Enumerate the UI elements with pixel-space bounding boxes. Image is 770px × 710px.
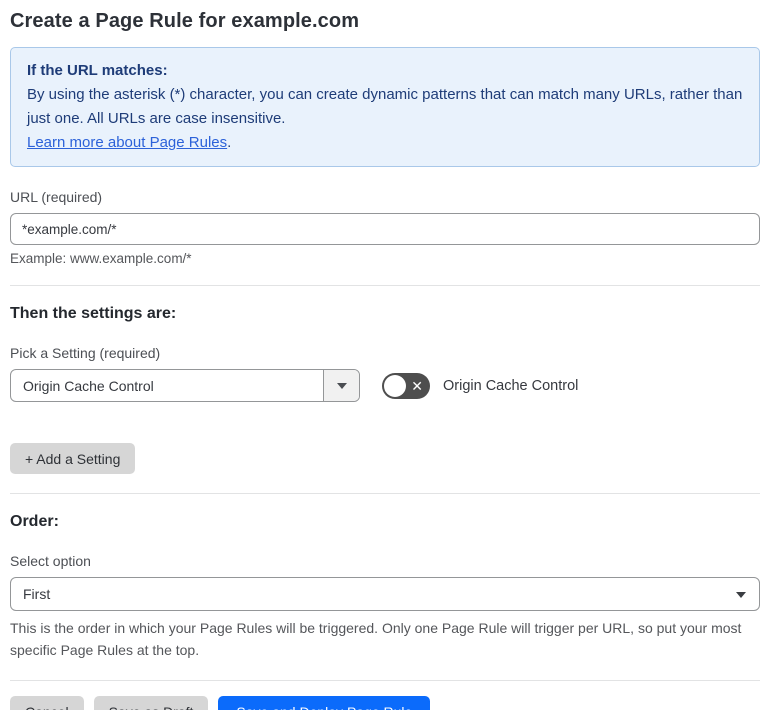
footer-actions: Cancel Save as Draft Save and Deploy Pag… (10, 696, 760, 710)
url-helper-text: Example: www.example.com/* (10, 251, 192, 266)
chevron-down-icon (336, 382, 347, 389)
add-setting-wrap: + Add a Setting (10, 443, 760, 474)
save-draft-button[interactable]: Save as Draft (93, 696, 209, 710)
order-select[interactable]: First (10, 577, 760, 611)
chevron-down-icon (736, 592, 746, 598)
order-select-value: First (23, 586, 51, 602)
section-divider (10, 680, 760, 681)
origin-cache-control-toggle[interactable]: ✕ (382, 372, 430, 399)
learn-more-link[interactable]: Learn more about Page Rules (27, 134, 227, 151)
toggle-off-x-icon: ✕ (411, 377, 423, 394)
order-helper-text: This is the order in which your Page Rul… (10, 620, 742, 658)
setting-select-arrow-button[interactable] (323, 370, 359, 401)
setting-select[interactable]: Origin Cache Control (10, 369, 360, 402)
info-box-link-line: Learn more about Page Rules. (27, 131, 743, 155)
toggle-label: Origin Cache Control (443, 377, 579, 394)
order-section-heading: Order: (10, 513, 59, 530)
cancel-button[interactable]: Cancel (10, 696, 84, 710)
settings-section-heading: Then the settings are: (10, 305, 177, 322)
order-select-label: Select option (10, 553, 91, 569)
link-period: . (227, 134, 232, 151)
section-divider (10, 493, 760, 494)
section-divider (10, 285, 760, 286)
url-input[interactable] (10, 213, 760, 245)
page-rule-form: Create a Page Rule for example.com If th… (0, 0, 770, 710)
setting-select-value: Origin Cache Control (23, 377, 154, 394)
info-box-body: By using the asterisk (*) character, you… (27, 86, 743, 127)
save-deploy-button[interactable]: Save and Deploy Page Rule (218, 696, 431, 710)
page-title: Create a Page Rule for example.com (10, 10, 360, 32)
url-match-info-box: If the URL matches: By using the asteris… (10, 47, 760, 167)
pick-setting-label: Pick a Setting (required) (10, 345, 161, 361)
setting-row: Origin Cache Control ✕ Origin Cache Cont… (10, 369, 760, 402)
toggle-knob (384, 374, 406, 397)
info-box-heading: If the URL matches: (27, 62, 168, 79)
add-setting-button[interactable]: + Add a Setting (10, 443, 136, 474)
url-label: URL (required) (10, 189, 103, 205)
